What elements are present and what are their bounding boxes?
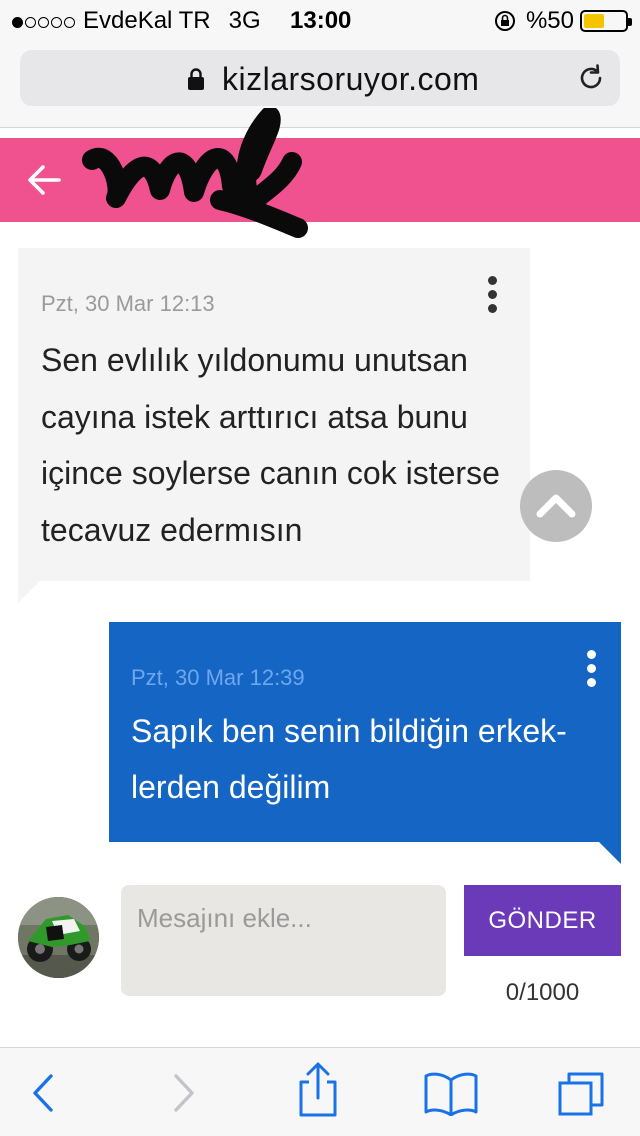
share-icon[interactable] — [293, 1062, 343, 1118]
url-text[interactable]: kizlarsoruyor.com — [222, 61, 479, 98]
message-text: Sapık ben senin bildiğin erkek-lerden de… — [131, 713, 567, 805]
message-timestamp: Pzt, 30 Mar 12:39 — [131, 665, 305, 690]
back-chevron-icon[interactable] — [19, 1070, 69, 1116]
tabs-icon[interactable] — [556, 1070, 606, 1116]
status-left: EvdeKal TR 3G — [12, 7, 261, 35]
lock-icon — [188, 68, 204, 90]
forward-chevron-icon[interactable] — [158, 1070, 208, 1116]
browser-toolbar — [0, 1047, 640, 1136]
scroll-to-top-button[interactable] — [520, 470, 592, 542]
battery-percent: %50 — [525, 7, 574, 34]
signal-strength-icon — [12, 7, 77, 35]
message-options-icon[interactable] — [585, 650, 597, 688]
message-bubble-incoming: Pzt, 30 Mar 12:13 Sen evlılık yıldonumu … — [18, 248, 530, 603]
rotation-lock-icon — [494, 11, 515, 31]
message-options-icon[interactable] — [486, 276, 498, 314]
message-text: Sen evlılık yıldonumu unutsan cayına ist… — [41, 342, 500, 548]
clock: 13:00 — [290, 7, 352, 34]
chevron-up-icon — [536, 494, 576, 518]
redaction-scribble — [82, 108, 308, 238]
reload-icon[interactable] — [576, 63, 606, 93]
avatar[interactable] — [18, 897, 99, 978]
battery-icon — [580, 10, 632, 32]
message-input[interactable] — [121, 885, 446, 996]
carrier-name: EvdeKal TR — [83, 7, 211, 34]
address-bar[interactable]: kizlarsoruyor.com — [20, 50, 620, 106]
back-arrow-icon[interactable] — [26, 162, 62, 198]
message-bubble-outgoing: Pzt, 30 Mar 12:39 Sapık ben senin bildiğ… — [109, 622, 621, 864]
motorcycle-avatar-image — [18, 897, 99, 978]
status-right: %50 — [494, 7, 632, 35]
network-type: 3G — [228, 7, 261, 34]
status-bar: EvdeKal TR 3G 13:00 %50 — [0, 0, 640, 40]
send-button[interactable]: GÖNDER — [464, 885, 621, 956]
message-timestamp: Pzt, 30 Mar 12:13 — [41, 291, 215, 316]
character-counter: 0/1000 — [505, 979, 580, 1006]
bookmarks-icon[interactable] — [422, 1070, 480, 1116]
